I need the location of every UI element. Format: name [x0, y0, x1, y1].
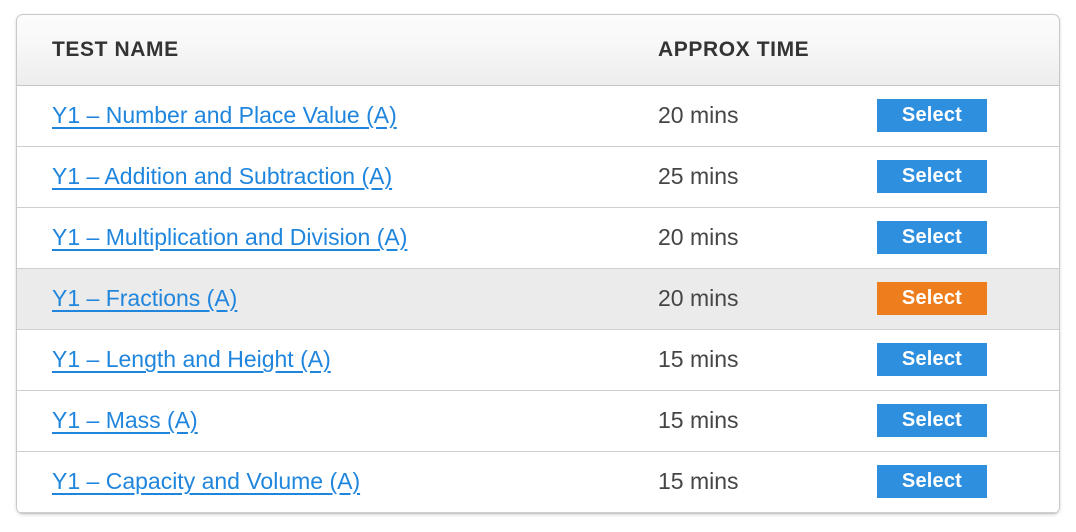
select-button[interactable]: Select: [877, 343, 987, 376]
cell-test-name: Y1 – Multiplication and Division (A): [17, 207, 587, 269]
approx-time-value: 25 mins: [658, 163, 739, 189]
test-name-link[interactable]: Y1 – Multiplication and Division (A): [52, 224, 407, 250]
table-header: TEST NAME APPROX TIME: [17, 15, 1059, 86]
cell-action: Select: [869, 146, 1059, 208]
page-root: TEST NAME APPROX TIME Y1 – Number and Pl…: [0, 0, 1076, 532]
approx-time-value: 15 mins: [658, 407, 739, 433]
select-button[interactable]: Select: [877, 221, 987, 254]
approx-time-value: 15 mins: [658, 468, 739, 494]
cell-approx-time: 20 mins: [587, 85, 869, 147]
approx-time-value: 15 mins: [658, 346, 739, 372]
cell-approx-time: 15 mins: [587, 451, 869, 513]
cell-test-name: Y1 – Addition and Subtraction (A): [17, 146, 587, 208]
cell-action: Select: [869, 451, 1059, 513]
select-button[interactable]: Select: [877, 465, 987, 498]
table-body: Y1 – Number and Place Value (A) 20 mins Se…: [17, 85, 1059, 513]
cell-approx-time: 20 mins: [587, 268, 869, 330]
approx-time-value: 20 mins: [658, 102, 739, 128]
cell-action: Select: [869, 85, 1059, 147]
test-name-link[interactable]: Y1 – Fractions (A): [52, 285, 237, 311]
column-header-approx-time: APPROX TIME: [587, 15, 869, 86]
table-row[interactable]: Y1 – Multiplication and Division (A) 20 m…: [17, 207, 1059, 269]
select-button[interactable]: Select: [877, 99, 987, 132]
select-button[interactable]: Select: [877, 282, 987, 315]
cell-test-name: Y1 – Number and Place Value (A): [17, 85, 587, 147]
test-name-link[interactable]: Y1 – Number and Place Value (A): [52, 102, 397, 128]
approx-time-value: 20 mins: [658, 285, 739, 311]
table-row[interactable]: Y1 – Length and Height (A) 15 mins Select: [17, 329, 1059, 391]
table-row[interactable]: Y1 – Capacity and Volume (A) 15 mins Selec…: [17, 451, 1059, 513]
cell-action: Select: [869, 268, 1059, 330]
table-row[interactable]: Y1 – Addition and Subtraction (A) 25 mins…: [17, 146, 1059, 208]
cell-approx-time: 15 mins: [587, 390, 869, 452]
cell-action: Select: [869, 390, 1059, 452]
test-name-link[interactable]: Y1 – Capacity and Volume (A): [52, 468, 360, 494]
table-header-row: TEST NAME APPROX TIME: [17, 15, 1059, 86]
test-name-link[interactable]: Y1 – Addition and Subtraction (A): [52, 163, 392, 189]
column-header-action: [869, 15, 1059, 86]
select-button[interactable]: Select: [877, 160, 987, 193]
cell-approx-time: 15 mins: [587, 329, 869, 391]
cell-test-name: Y1 – Fractions (A): [17, 268, 587, 330]
test-list-panel: TEST NAME APPROX TIME Y1 – Number and Pl…: [16, 14, 1060, 514]
test-name-link[interactable]: Y1 – Mass (A): [52, 407, 198, 433]
select-button[interactable]: Select: [877, 404, 987, 437]
cell-approx-time: 25 mins: [587, 146, 869, 208]
cell-test-name: Y1 – Mass (A): [17, 390, 587, 452]
test-list-table: TEST NAME APPROX TIME Y1 – Number and Pl…: [17, 15, 1059, 513]
column-header-test-name: TEST NAME: [17, 15, 587, 86]
table-row[interactable]: Y1 – Fractions (A) 20 mins Select: [17, 268, 1059, 330]
table-row[interactable]: Y1 – Number and Place Value (A) 20 mins Se…: [17, 85, 1059, 147]
cell-approx-time: 20 mins: [587, 207, 869, 269]
table-row[interactable]: Y1 – Mass (A) 15 mins Select: [17, 390, 1059, 452]
cell-action: Select: [869, 329, 1059, 391]
test-name-link[interactable]: Y1 – Length and Height (A): [52, 346, 331, 372]
cell-test-name: Y1 – Length and Height (A): [17, 329, 587, 391]
approx-time-value: 20 mins: [658, 224, 739, 250]
cell-action: Select: [869, 207, 1059, 269]
cell-test-name: Y1 – Capacity and Volume (A): [17, 451, 587, 513]
